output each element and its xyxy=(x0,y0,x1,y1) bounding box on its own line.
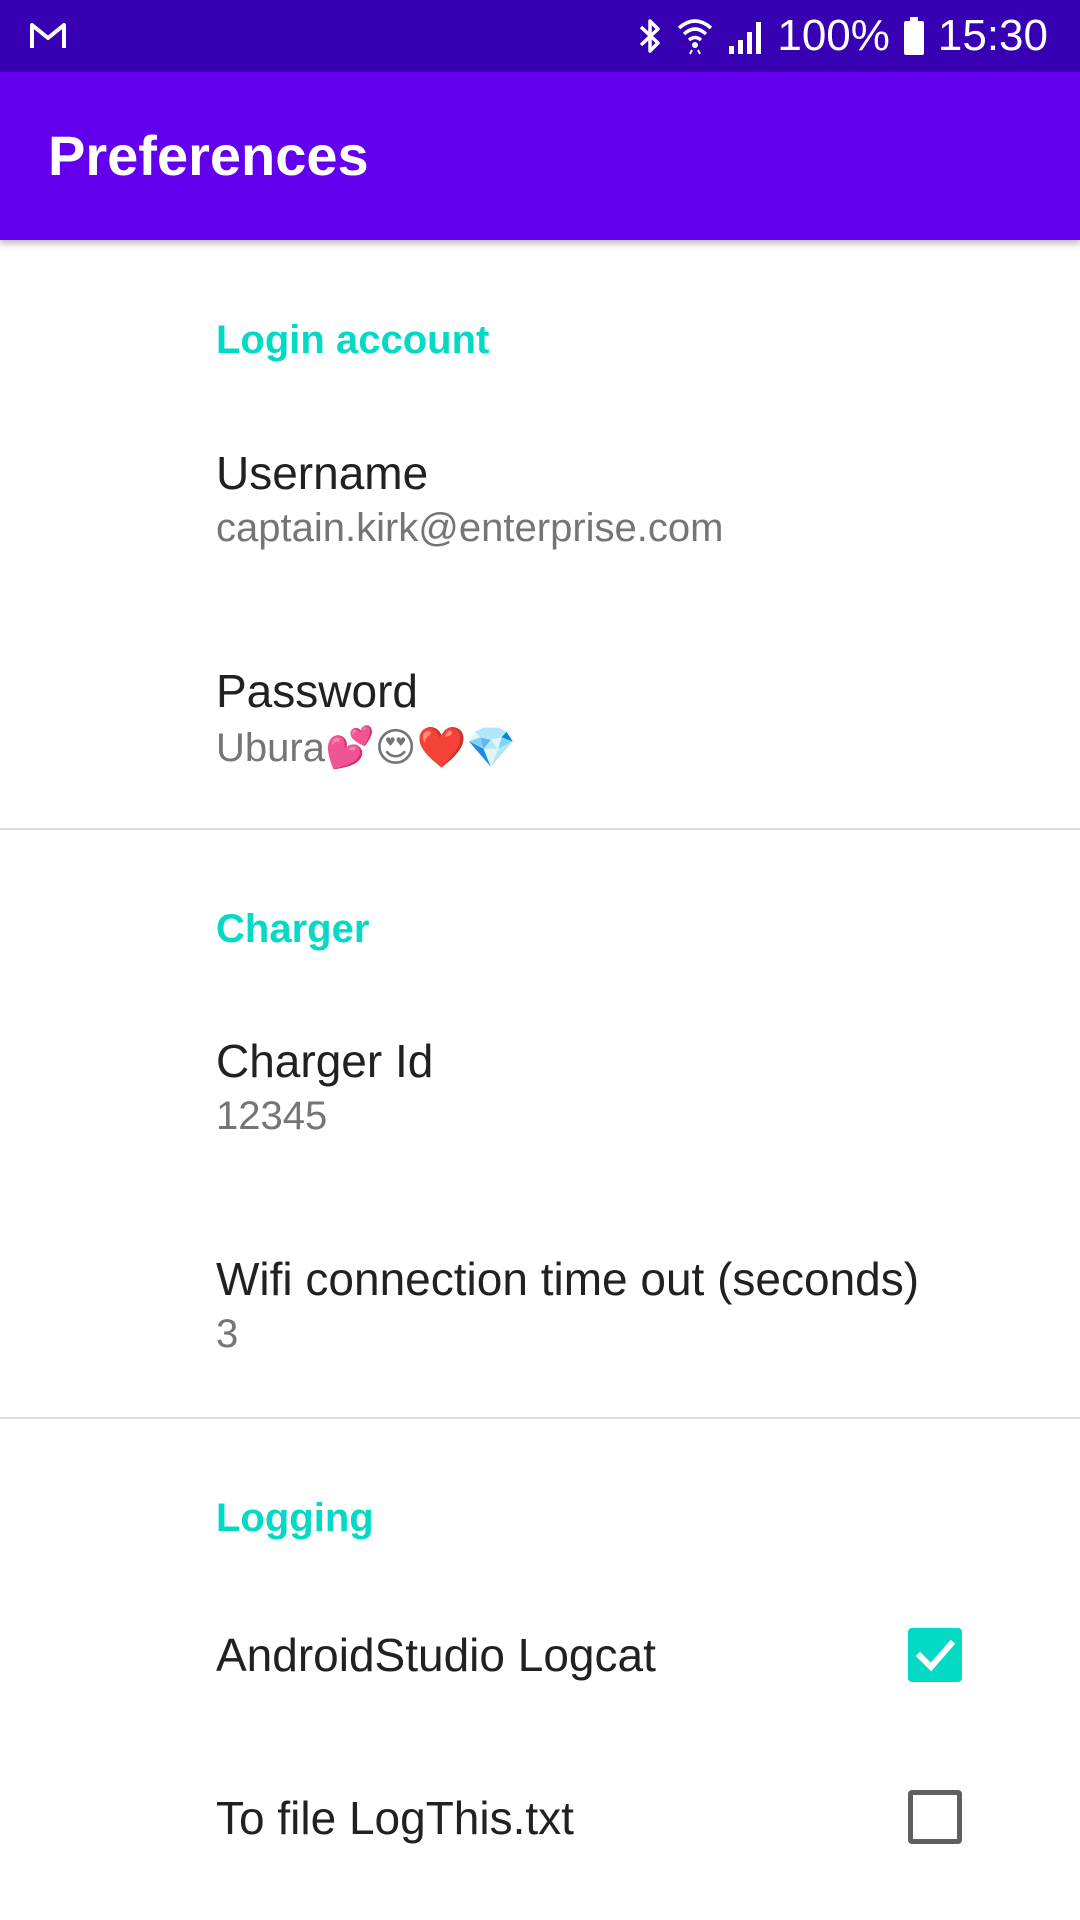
gmail-icon xyxy=(30,23,66,48)
pref-log-to-file-title: To file LogThis.txt xyxy=(216,1792,574,1844)
clock: 15:30 xyxy=(937,11,1048,60)
category-title-logging: Logging xyxy=(216,1496,374,1540)
pref-password[interactable]: Password Ubura💕😍❤️💎 xyxy=(0,628,1080,832)
logcat-checkbox[interactable] xyxy=(908,1628,962,1682)
pref-password-summary: Ubura💕😍❤️💎 xyxy=(216,726,517,770)
status-bar: 100% 15:30 xyxy=(0,0,1080,72)
battery-icon xyxy=(903,17,924,55)
battery-percentage: 100% xyxy=(777,11,890,60)
pref-password-title: Password xyxy=(216,665,418,717)
pref-charger-id[interactable]: Charger Id 12345 xyxy=(0,998,1080,1202)
app-bar: Preferences xyxy=(0,72,1080,240)
cell-signal-icon xyxy=(729,22,762,54)
bluetooth-icon xyxy=(640,19,661,53)
pref-username-title: Username xyxy=(216,447,429,499)
wifi-icon xyxy=(678,19,713,55)
pref-wifi-timeout-summary: 3 xyxy=(216,1312,239,1356)
pref-log-to-file[interactable]: To file LogThis.txt xyxy=(0,1740,1080,1892)
divider xyxy=(0,828,1080,830)
pref-wifi-timeout[interactable]: Wifi connection time out (seconds) 3 xyxy=(0,1216,1080,1420)
pref-wifi-timeout-title: Wifi connection time out (seconds) xyxy=(216,1253,920,1305)
category-title-charger: Charger xyxy=(216,907,370,951)
pref-charger-id-title: Charger Id xyxy=(216,1035,434,1087)
preferences-list: Login account Username captain.kirk@ente… xyxy=(0,240,1080,1920)
pref-charger-id-summary: 12345 xyxy=(216,1094,328,1138)
divider xyxy=(0,1417,1080,1419)
check-icon xyxy=(915,1639,956,1672)
pref-username[interactable]: Username captain.kirk@enterprise.com xyxy=(0,410,1080,614)
log-to-file-checkbox[interactable] xyxy=(908,1790,962,1844)
pref-logcat-title: AndroidStudio Logcat xyxy=(216,1629,656,1681)
page-title: Preferences xyxy=(48,124,369,187)
pref-logcat[interactable]: AndroidStudio Logcat xyxy=(0,1580,1080,1732)
category-title-login-account: Login account xyxy=(216,318,490,362)
pref-username-summary: captain.kirk@enterprise.com xyxy=(216,506,724,550)
